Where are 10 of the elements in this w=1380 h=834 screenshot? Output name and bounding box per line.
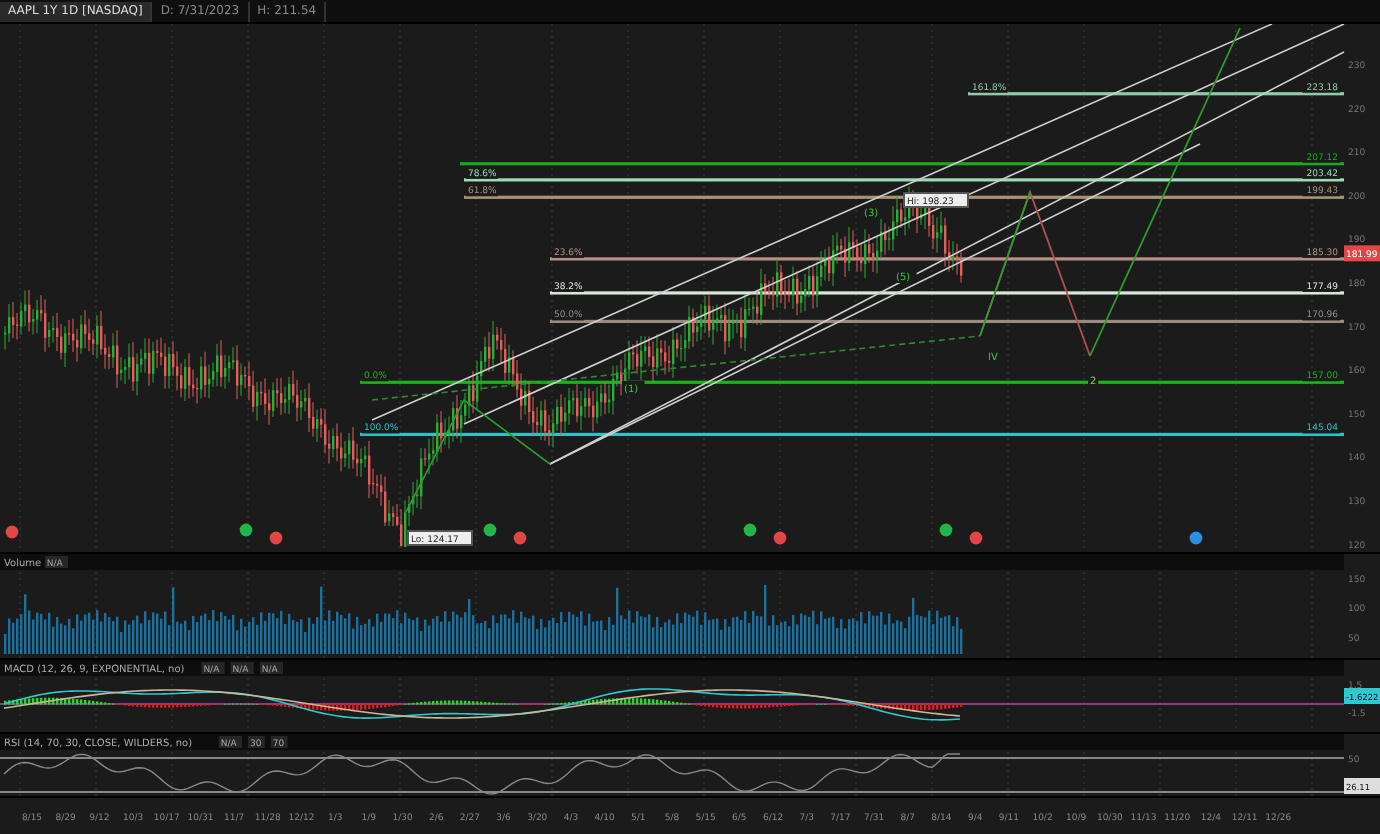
earnings-icon <box>269 531 283 545</box>
earnings-icon <box>513 531 527 545</box>
event-circle-icon <box>239 523 253 537</box>
event-circle-icon <box>1189 531 1203 545</box>
event-circle-icon <box>483 523 497 537</box>
earnings-icon <box>969 531 983 545</box>
earnings-icon <box>5 525 19 539</box>
earnings-icon <box>773 531 787 545</box>
event-circle-icon <box>743 523 757 537</box>
event-circle-icon <box>939 523 953 537</box>
